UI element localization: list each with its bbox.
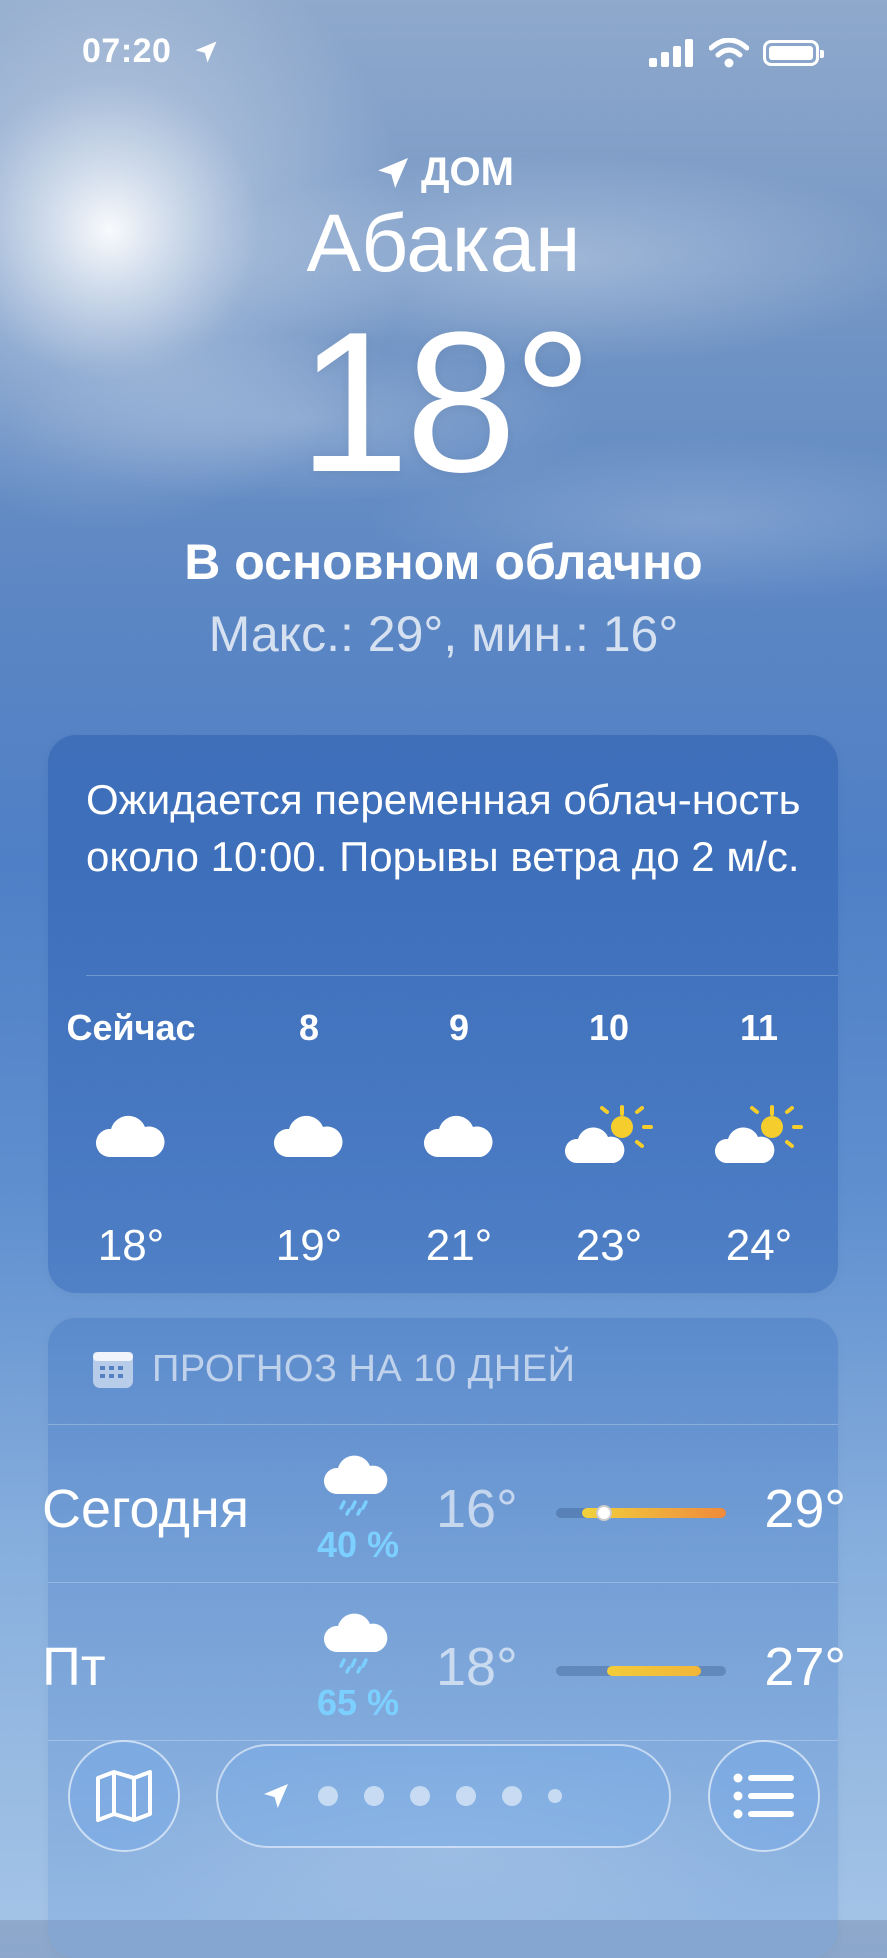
current-temp-marker [596, 1505, 612, 1521]
precipitation-chance: 40 % [316, 1524, 400, 1565]
hour-item: Сейчас 18° [56, 1007, 206, 1271]
map-button[interactable] [68, 1740, 180, 1852]
forecast-summary: Ожидается переменная облач-ность около 1… [86, 776, 801, 880]
precipitation-chance: 65 % [316, 1682, 400, 1723]
hour-item: 8 19° [234, 1007, 384, 1271]
hour-label: 9 [448, 1007, 470, 1048]
hour-temp: 21° [425, 1221, 493, 1270]
divider [48, 1424, 838, 1425]
hour-label: Сейчас [66, 1007, 196, 1048]
hour-label: 11 [739, 1007, 779, 1048]
battery-icon [763, 40, 824, 66]
location-arrow-icon [264, 1784, 288, 1808]
day-row[interactable]: Сегодня 40 % 16° 29° [42, 1432, 846, 1588]
hour-item: 10 23° [534, 1007, 684, 1271]
ten-day-forecast-card[interactable]: ПРОГНОЗ НА 10 ДНЕЙ Сегодня 40 % 16° 29° … [42, 1318, 846, 1958]
city-name: Абакан [306, 198, 581, 289]
day-name: Пт [42, 1637, 106, 1697]
hour-temp: 18° [97, 1221, 165, 1270]
page-dot[interactable] [364, 1786, 384, 1806]
locations-list-button[interactable] [708, 1740, 820, 1852]
status-time: 07:20 [82, 32, 172, 70]
list-icon [733, 1773, 794, 1819]
page-dot[interactable] [548, 1789, 562, 1803]
hour-temp: 23° [575, 1221, 643, 1270]
divider [48, 1582, 838, 1583]
status-bar: 07:20 [0, 30, 887, 74]
hourly-forecast-card[interactable]: Ожидается переменная облач-ность около 1… [48, 735, 838, 1293]
calendar-icon [93, 1351, 133, 1388]
cellular-signal-icon [649, 39, 693, 67]
cloud-rain-icon [318, 1612, 398, 1679]
location-arrow-icon [195, 41, 217, 63]
partly-sunny-icon [684, 1091, 834, 1181]
temperature-range-bar [556, 1666, 726, 1676]
weather-condition: В основном облачно [184, 534, 703, 590]
partly-sunny-icon [534, 1091, 684, 1181]
day-low-temp: 16° [436, 1479, 518, 1539]
page-dot[interactable] [410, 1786, 430, 1806]
hour-label: 10 [588, 1007, 630, 1048]
cloud-icon [384, 1091, 534, 1181]
day-high-temp: 27° [764, 1637, 846, 1697]
current-weather-header: ДОМ Абакан 18° В основном облачно Макс.:… [0, 150, 887, 663]
hour-item: 11 24° [684, 1007, 834, 1271]
day-row[interactable]: Пт 65 % 18° 27° [42, 1590, 846, 1746]
cloud-rain-icon [318, 1454, 398, 1521]
day-name: Сегодня [42, 1479, 249, 1539]
hour-temp: 24° [725, 1221, 793, 1270]
cloud-icon [234, 1091, 384, 1181]
page-dot[interactable] [456, 1786, 476, 1806]
high-low-temps: Макс.: 29°, мин.: 16° [208, 606, 679, 662]
current-temperature: 18° [298, 291, 592, 514]
forecast-title: ПРОГНОЗ НА 10 ДНЕЙ [92, 1348, 575, 1391]
home-text: ДОМ [421, 150, 514, 194]
hour-temp: 19° [275, 1221, 343, 1270]
page-dot[interactable] [318, 1786, 338, 1806]
page-dot[interactable] [502, 1786, 522, 1806]
home-location-label: ДОМ [0, 150, 887, 195]
day-high-temp: 29° [764, 1479, 846, 1539]
forecast-title-text: ПРОГНОЗ НА 10 ДНЕЙ [152, 1348, 576, 1390]
cloud-icon [56, 1091, 206, 1181]
hour-item: 9 21° [384, 1007, 534, 1271]
day-low-temp: 18° [436, 1637, 518, 1697]
location-page-indicator[interactable] [216, 1744, 671, 1848]
temperature-range-fill [607, 1666, 701, 1676]
location-arrow-icon [378, 157, 409, 188]
hour-label: 8 [298, 1007, 320, 1048]
temperature-range-bar [556, 1505, 726, 1521]
wifi-icon [709, 38, 749, 68]
bottom-toolbar [0, 1740, 887, 1860]
map-icon [96, 1770, 152, 1822]
divider [86, 975, 838, 976]
